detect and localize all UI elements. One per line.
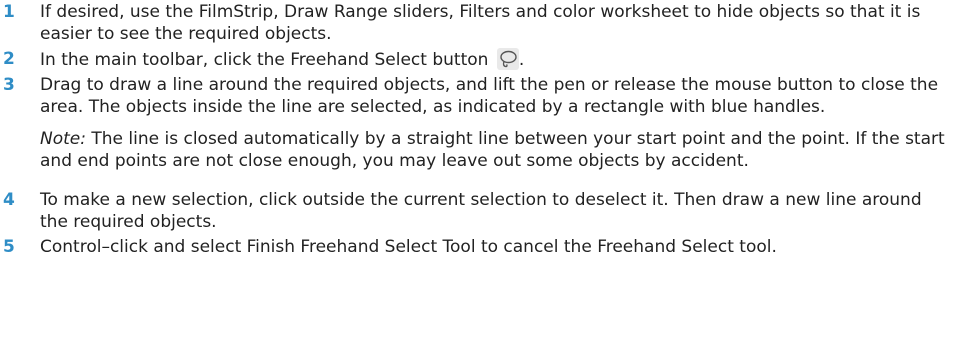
- step-text: Drag to draw a line around the required …: [40, 75, 939, 117]
- step-5: 5 Control–click and select Finish Freeha…: [0, 236, 963, 258]
- step-text: Control–click and select Finish Freehand…: [40, 237, 777, 257]
- step-number: 3: [3, 75, 15, 95]
- note-text: The line is closed automatically by a st…: [40, 129, 945, 171]
- step-number: 1: [3, 2, 15, 22]
- freehand-select-lasso-icon: [496, 48, 519, 70]
- step-text: To make a new selection, click outside t…: [40, 190, 922, 232]
- step-3-note: Note: The line is closed automatically b…: [0, 128, 963, 172]
- note-label: Note:: [40, 129, 86, 149]
- step-2: 2 In the main toolbar, click the Freehan…: [0, 48, 963, 71]
- step-text-end: .: [518, 50, 525, 70]
- step-1: 1 If desired, use the FilmStrip, Draw Ra…: [0, 1, 963, 45]
- step-text: In the main toolbar, click the Freehand …: [40, 50, 494, 70]
- procedure-steps: 1 If desired, use the FilmStrip, Draw Ra…: [0, 0, 963, 258]
- step-4: 4 To make a new selection, click outside…: [0, 189, 963, 233]
- step-number: 2: [3, 49, 15, 69]
- step-number: 5: [3, 237, 15, 257]
- step-3: 3 Drag to draw a line around the require…: [0, 74, 963, 118]
- step-number: 4: [3, 190, 15, 210]
- step-text: If desired, use the FilmStrip, Draw Rang…: [40, 2, 921, 44]
